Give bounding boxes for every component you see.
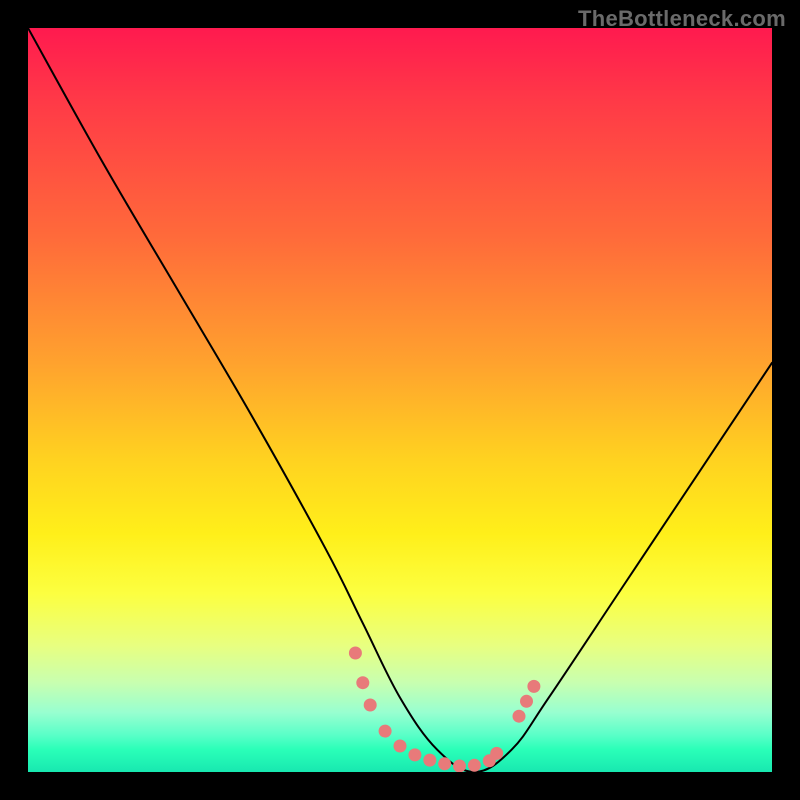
chart-marker <box>379 725 392 738</box>
chart-marker <box>520 695 533 708</box>
bottleneck-curve <box>28 28 772 772</box>
chart-marker <box>408 748 421 761</box>
attribution-text: TheBottleneck.com <box>578 6 786 32</box>
chart-marker <box>349 647 362 660</box>
chart-marker <box>394 740 407 753</box>
chart-frame: TheBottleneck.com <box>0 0 800 800</box>
chart-marker <box>468 759 481 772</box>
chart-marker <box>527 680 540 693</box>
chart-markers <box>349 647 541 773</box>
chart-marker <box>453 760 466 773</box>
chart-marker <box>423 754 436 767</box>
chart-marker <box>364 699 377 712</box>
chart-marker <box>356 676 369 689</box>
chart-marker <box>490 747 503 760</box>
chart-marker <box>513 710 526 723</box>
chart-plot-area <box>28 28 772 772</box>
chart-svg <box>28 28 772 772</box>
chart-marker <box>438 757 451 770</box>
